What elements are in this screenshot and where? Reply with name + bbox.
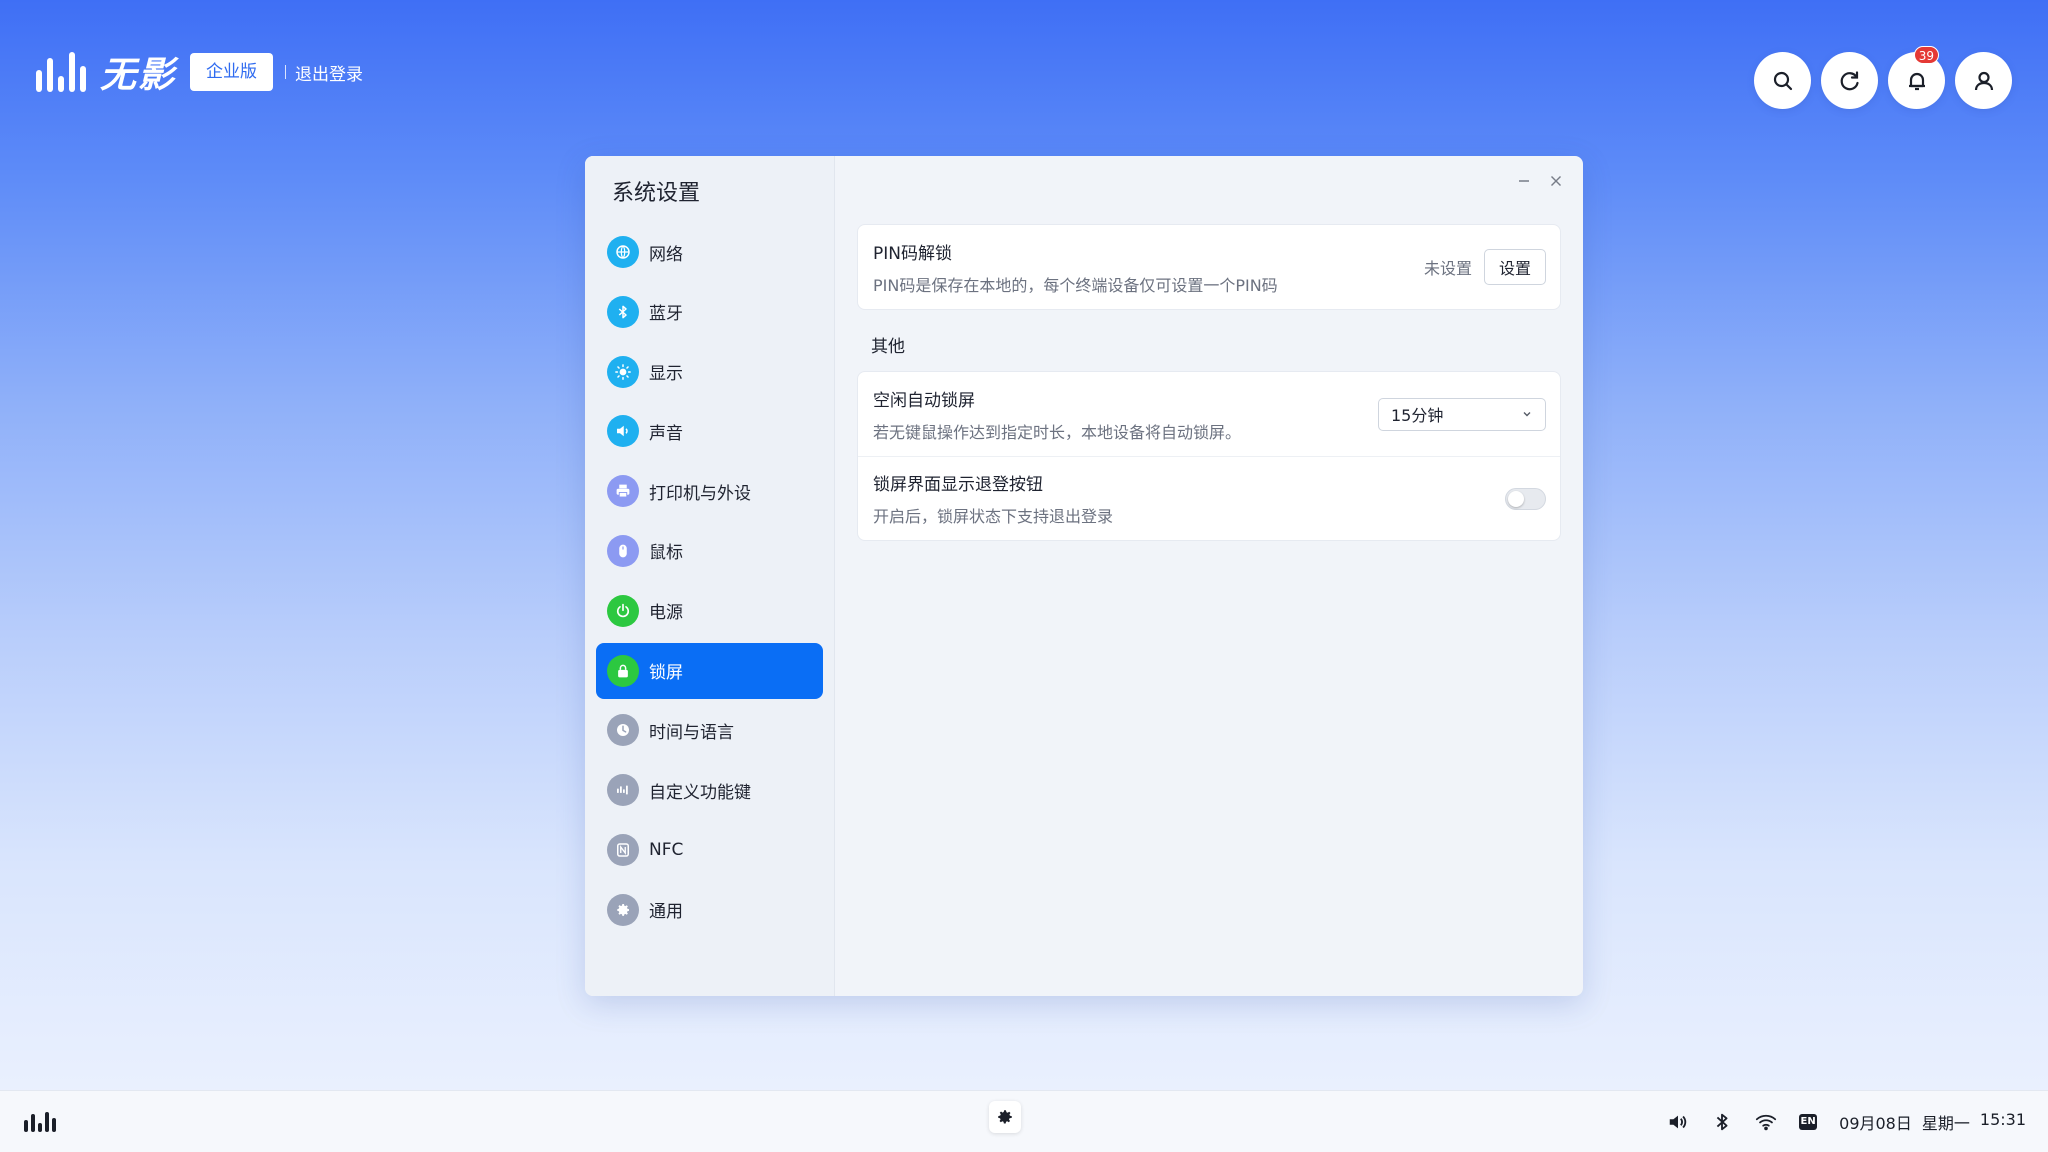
settings-sidebar: 系统设置 网络蓝牙显示声音打印机与外设 鼠标电源锁屏时间与语言自定义功能键 NFC 通… — [585, 156, 835, 996]
sidebar-item-label: 蓝牙 — [649, 304, 683, 325]
sun-icon — [607, 355, 639, 388]
volume-icon[interactable] — [1667, 1111, 1689, 1133]
bluetooth-icon — [607, 295, 639, 328]
sidebar-item-label: 通用 — [649, 902, 683, 923]
bluetooth-icon[interactable] — [1711, 1111, 1733, 1133]
start-logo-icon[interactable] — [24, 1111, 56, 1132]
wuying-logo-icon — [36, 52, 86, 92]
power-icon — [607, 594, 639, 627]
gear-icon — [998, 1110, 1012, 1124]
pin-text: PIN码解锁 PIN码是保存在本地的，每个终端设备仅可设置一个PIN码 — [873, 239, 1278, 296]
sidebar-item-label: NFC — [649, 839, 684, 860]
gear-icon — [607, 893, 639, 926]
sidebar-item-label: 显示 — [649, 364, 683, 385]
show-logout-title: 锁屏界面显示退登按钮 — [873, 475, 1043, 495]
sidebar-item-10[interactable]: 自定义功能键 — [596, 762, 823, 818]
user-button[interactable] — [1955, 52, 2012, 109]
sidebar-item-label: 打印机与外设 — [649, 483, 751, 504]
sidebar-item-9[interactable]: 时间与语言 — [596, 702, 823, 758]
pin-desc: PIN码是保存在本地的，每个终端设备仅可设置一个PIN码 — [873, 275, 1278, 295]
clock-date: 09月08日 — [1839, 1113, 1912, 1133]
sidebar-item-label: 自定义功能键 — [649, 782, 751, 803]
show-logout-toggle[interactable] — [1505, 487, 1546, 510]
chevron-down-icon — [1523, 412, 1531, 417]
show-logout-text: 锁屏界面显示退登按钮 开启后，锁屏状态下支持退出登录 — [873, 470, 1113, 527]
pin-title: PIN码解锁 — [873, 243, 952, 264]
keys-icon — [607, 774, 639, 807]
search-icon — [1773, 71, 1792, 90]
sidebar-item-label: 声音 — [649, 423, 683, 444]
logout-link[interactable]: 退出登录 — [295, 60, 363, 85]
sidebar-item-label: 锁屏 — [649, 663, 683, 684]
sidebar-item-8[interactable]: 锁屏 — [596, 642, 823, 699]
printer-icon — [607, 475, 639, 508]
sidebar-item-11[interactable]: NFC — [596, 822, 823, 878]
brand-area: 无影 企业版 退出登录 — [36, 52, 363, 96]
section-other-label: 其他 — [871, 337, 905, 357]
brand-name: 无影 — [100, 55, 177, 96]
show-logout-row: 锁屏界面显示退登按钮 开启后，锁屏状态下支持退出登录 — [858, 456, 1560, 540]
sidebar-item-3[interactable]: 显示 — [596, 344, 823, 400]
sidebar-item-label: 网络 — [649, 244, 683, 265]
input-language-indicator[interactable]: EN — [1799, 1113, 1818, 1130]
search-button[interactable] — [1754, 52, 1811, 109]
sidebar-item-2[interactable]: 蓝牙 — [596, 284, 823, 340]
sidebar-item-label: 鼠标 — [649, 543, 683, 564]
edition-badge: 企业版 — [190, 53, 274, 91]
pin-row: PIN码解锁 PIN码是保存在本地的，每个终端设备仅可设置一个PIN码 未设置 … — [858, 225, 1560, 309]
speaker-icon — [607, 415, 639, 448]
idle-lock-desc: 若无键鼠操作达到指定时长，本地设备将自动锁屏。 — [873, 422, 1242, 442]
idle-lock-text: 空闲自动锁屏 若无键鼠操作达到指定时长，本地设备将自动锁屏。 — [873, 386, 1241, 443]
pin-status: 未设置 — [1423, 259, 1472, 278]
settings-content: PIN码解锁 PIN码是保存在本地的，每个终端设备仅可设置一个PIN码 未设置 … — [835, 156, 1583, 996]
settings-app-button[interactable] — [989, 1101, 1021, 1133]
clock[interactable]: 09月08日 星期一 15:31 — [1839, 1110, 2026, 1134]
window-controls — [1513, 170, 1567, 192]
other-card: 空闲自动锁屏 若无键鼠操作达到指定时长，本地设备将自动锁屏。 15分钟 锁屏界面… — [857, 371, 1561, 541]
sidebar-item-4[interactable]: 声音 — [596, 403, 823, 459]
refresh-icon — [1840, 70, 1859, 90]
sidebar-item-7[interactable]: 电源 — [596, 583, 823, 639]
sidebar-item-label: 电源 — [649, 603, 683, 624]
top-actions: 39 — [1754, 46, 2012, 109]
mouse-icon — [607, 534, 639, 567]
system-tray: EN 09月08日 星期一 15:31 — [1667, 1110, 2026, 1134]
window-title: 系统设置 — [612, 181, 701, 206]
settings-window: 系统设置 网络蓝牙显示声音打印机与外设 鼠标电源锁屏时间与语言自定义功能键 NFC 通… — [585, 156, 1583, 996]
sidebar-item-label: 时间与语言 — [649, 722, 734, 743]
close-icon — [1551, 176, 1561, 186]
idle-lock-title: 空闲自动锁屏 — [873, 390, 975, 411]
pin-card: PIN码解锁 PIN码是保存在本地的，每个终端设备仅可设置一个PIN码 未设置 … — [857, 224, 1561, 310]
bell-icon — [1908, 72, 1925, 90]
idle-lock-select[interactable]: 15分钟 — [1378, 397, 1546, 431]
minimize-button[interactable] — [1513, 170, 1535, 192]
sidebar-nav: 网络蓝牙显示声音打印机与外设 鼠标电源锁屏时间与语言自定义功能键 NFC 通用 — [585, 224, 834, 938]
minimize-icon — [1519, 180, 1529, 182]
clock-time: 15:31 — [1979, 1109, 2026, 1129]
show-logout-desc: 开启后，锁屏状态下支持退出登录 — [873, 507, 1114, 526]
sidebar-item-12[interactable]: 通用 — [596, 882, 823, 938]
sidebar-item-6[interactable]: 鼠标 — [596, 523, 823, 579]
idle-lock-row: 空闲自动锁屏 若无键鼠操作达到指定时长，本地设备将自动锁屏。 15分钟 — [858, 372, 1560, 456]
globe-icon — [607, 236, 639, 268]
sidebar-item-1[interactable]: 网络 — [596, 224, 823, 280]
pin-controls: 未设置 设置 — [1424, 249, 1546, 285]
lock-icon — [607, 654, 639, 687]
notification-button[interactable]: 39 — [1888, 46, 1945, 109]
close-button[interactable] — [1545, 170, 1567, 192]
notification-badge: 39 — [1913, 46, 1939, 64]
pin-setup-button[interactable]: 设置 — [1483, 249, 1546, 285]
idle-lock-value: 15分钟 — [1391, 406, 1444, 425]
clock-weekday: 星期一 — [1921, 1113, 1970, 1133]
nfc-icon — [607, 833, 639, 866]
divider — [285, 65, 287, 79]
taskbar: EN 09月08日 星期一 15:31 — [0, 1090, 2048, 1152]
clock-icon — [607, 714, 639, 747]
wifi-icon[interactable] — [1755, 1111, 1777, 1133]
sidebar-item-5[interactable]: 打印机与外设 — [596, 463, 823, 519]
user-icon — [1974, 71, 1993, 90]
refresh-button[interactable] — [1821, 52, 1878, 109]
